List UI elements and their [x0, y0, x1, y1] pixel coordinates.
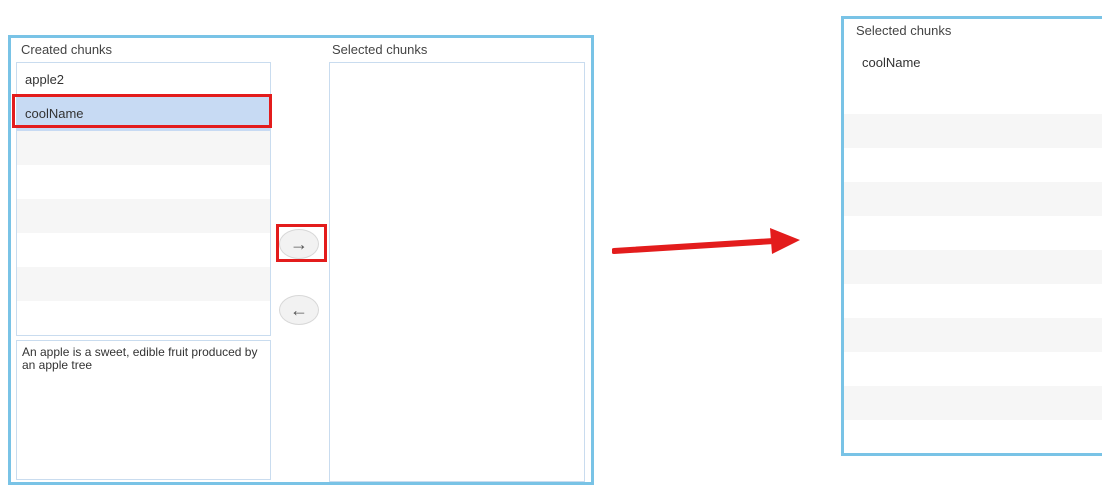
list-item[interactable] — [17, 267, 270, 301]
selected-chunks-list-empty[interactable] — [329, 62, 585, 482]
created-chunks-label: Created chunks — [21, 42, 113, 57]
chunk-selector-panel-before: Created chunks Selected chunks apple2 co… — [8, 35, 594, 485]
list-item[interactable] — [844, 250, 1102, 284]
list-item[interactable] — [17, 233, 270, 267]
list-item[interactable] — [844, 80, 1102, 114]
list-item[interactable] — [844, 352, 1102, 386]
list-item[interactable] — [844, 386, 1102, 420]
selected-chunks-label: Selected chunks — [856, 23, 952, 38]
list-item[interactable] — [844, 114, 1102, 148]
arrow-left-icon: ← — [290, 299, 308, 320]
list-item[interactable] — [17, 131, 270, 165]
chunk-description: An apple is a sweet, edible fruit produc… — [16, 340, 271, 480]
list-item-selected[interactable]: coolName — [17, 97, 270, 131]
list-item[interactable]: apple2 — [17, 63, 270, 97]
list-item[interactable] — [17, 199, 270, 233]
transition-arrow-icon — [612, 228, 800, 254]
list-item[interactable] — [844, 182, 1102, 216]
created-chunks-list[interactable]: apple2 coolName — [16, 62, 271, 336]
list-item[interactable] — [844, 216, 1102, 250]
list-item[interactable] — [844, 284, 1102, 318]
list-item[interactable] — [844, 420, 1102, 454]
list-item[interactable]: coolName — [844, 46, 1102, 80]
move-left-button[interactable]: ← — [279, 295, 319, 325]
list-item[interactable] — [17, 301, 270, 335]
selected-chunks-list[interactable]: coolName — [844, 46, 1102, 453]
list-item[interactable] — [844, 148, 1102, 182]
list-item[interactable] — [844, 318, 1102, 352]
selected-chunks-label: Selected chunks — [332, 42, 428, 57]
move-right-button[interactable]: → — [279, 229, 319, 259]
chunk-selector-panel-after: Selected chunks coolName — [841, 16, 1102, 456]
arrow-right-icon: → — [290, 233, 308, 254]
list-item[interactable] — [17, 165, 270, 199]
